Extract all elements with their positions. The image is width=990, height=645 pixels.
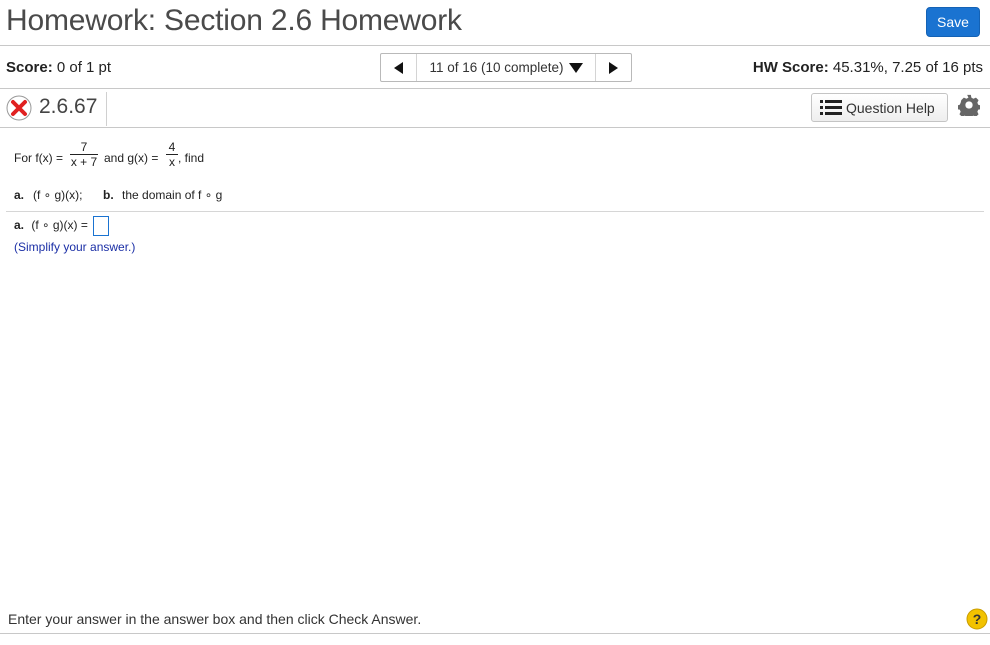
- score-bar: Score: 0 of 1 pt 11 of 16 (10 complete) …: [0, 47, 990, 89]
- simplify-hint: (Simplify your answer.): [14, 240, 136, 254]
- g-fraction: 4 x: [166, 140, 178, 169]
- question-help-button[interactable]: Question Help: [811, 93, 948, 122]
- part-b-label: b.: [103, 188, 114, 202]
- section-divider: [6, 211, 984, 212]
- question-bar: 2.6.67 Question Help: [0, 90, 990, 128]
- instructions-text: Enter your answer in the answer box and …: [8, 611, 422, 627]
- save-button[interactable]: Save: [926, 7, 980, 37]
- answer-a-expression: (f ∘ g)(x) =: [31, 218, 88, 233]
- divider: [106, 92, 107, 126]
- answer-a-row: a. (f ∘ g)(x) =: [14, 216, 110, 236]
- caret-down-icon: [568, 62, 583, 73]
- arrow-right-icon: [609, 61, 618, 74]
- next-question-button[interactable]: [595, 54, 631, 81]
- question-selector[interactable]: 11 of 16 (10 complete): [417, 54, 595, 81]
- score-value: 0 of 1 pt: [56, 59, 112, 76]
- g-numerator: 4: [168, 140, 176, 154]
- question-progress: 11 of 16 (10 complete): [429, 60, 564, 75]
- page-title: Homework: Section 2.6 Homework: [6, 4, 462, 37]
- footer-bar: Enter your answer in the answer box and …: [0, 604, 990, 634]
- hw-score-value: 45.31%, 7.25 of 16 pts: [832, 59, 983, 76]
- list-icon: [820, 100, 842, 115]
- question-navigator: 11 of 16 (10 complete): [380, 53, 632, 82]
- find-label: , find: [178, 151, 205, 165]
- svg-text:?: ?: [973, 611, 982, 627]
- arrow-left-icon: [394, 61, 403, 74]
- score: Score: 0 of 1 pt: [6, 59, 111, 76]
- gear-icon[interactable]: [958, 94, 980, 116]
- previous-question-button[interactable]: [381, 54, 417, 81]
- and-label: and g(x) =: [104, 151, 159, 165]
- part-a-label: a.: [14, 188, 25, 202]
- part-b-text: the domain of f ∘ g: [122, 188, 223, 202]
- hw-score: HW Score: 45.31%, 7.25 of 16 pts: [753, 59, 983, 76]
- f-denominator: x + 7: [70, 154, 98, 169]
- incorrect-x-icon: [6, 95, 32, 121]
- g-denominator: x: [166, 154, 178, 169]
- header-bar: Homework: Section 2.6 Homework Save: [0, 0, 990, 46]
- for-label: For f(x) =: [14, 151, 64, 165]
- f-fraction: 7 x + 7: [70, 140, 98, 169]
- score-label: Score:: [6, 59, 53, 76]
- answer-a-label: a.: [14, 218, 25, 233]
- question-number: 2.6.67: [39, 95, 98, 118]
- part-a-text: (f ∘ g)(x);: [33, 188, 83, 202]
- question-mark-icon[interactable]: ?: [966, 608, 988, 630]
- answer-input[interactable]: [93, 216, 110, 236]
- hw-score-label: HW Score:: [752, 59, 829, 76]
- question-help-label: Question Help: [846, 99, 935, 116]
- f-numerator: 7: [80, 140, 88, 154]
